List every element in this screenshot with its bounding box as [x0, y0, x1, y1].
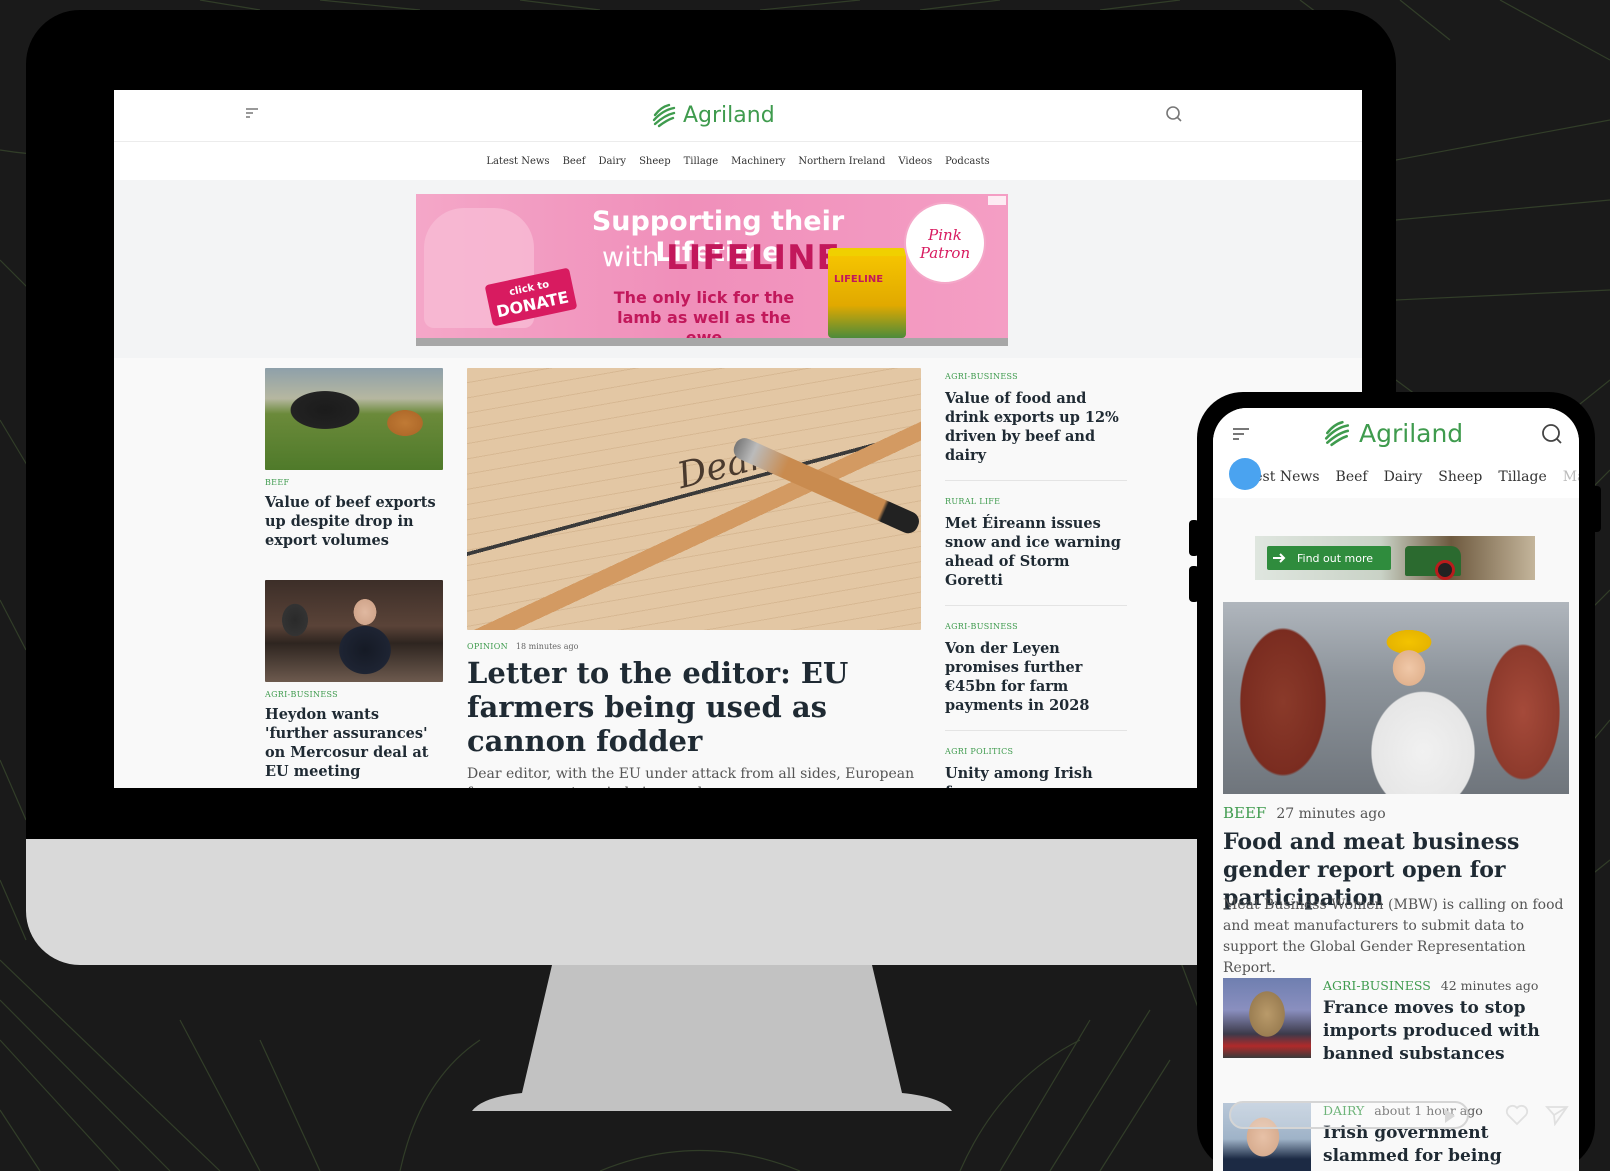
site-header: Agriland [114, 90, 1362, 142]
heart-icon[interactable] [1505, 1104, 1529, 1126]
lifeline-tub-image: LIFELINE [828, 248, 906, 338]
lead-time: 18 minutes ago [515, 642, 579, 651]
desktop-monitor: Agriland Latest News Beef Dairy Sheep Ti… [26, 10, 1396, 965]
nav-item-sheep[interactable]: Sheep [1438, 469, 1482, 485]
phone-side-button [1189, 566, 1199, 602]
search-icon[interactable] [1541, 423, 1563, 445]
ad-brand: LIFELINE [666, 238, 841, 278]
nav-item-podcasts[interactable]: Podcasts [945, 156, 990, 167]
nav-item-beef[interactable]: Beef [563, 156, 586, 167]
progress-pill[interactable] [1229, 1101, 1469, 1129]
nav-item-sheep[interactable]: Sheep [639, 156, 671, 167]
list-item[interactable]: Agri-Business 42 minutes ago France move… [1223, 978, 1569, 1078]
article-category: Agri Politics [945, 747, 1014, 756]
article-title[interactable]: Von der Leyen promises further €45bn for… [945, 639, 1127, 715]
logo-text: Agriland [1359, 418, 1464, 448]
meeting-image [265, 580, 443, 682]
arc-de-triomphe-thumbnail [1223, 978, 1311, 1058]
search-icon[interactable] [1165, 105, 1183, 123]
article-category: Rural Life [945, 497, 1001, 506]
main-nav: Latest News Beef Dairy Sheep Tillage Mac… [114, 142, 1362, 180]
item-title[interactable]: France moves to stop imports produced wi… [1323, 997, 1569, 1066]
nav-item-machinery[interactable]: Ma [1563, 469, 1579, 485]
hero-excerpt: Meat Business Women (MBW) is calling on … [1223, 897, 1564, 976]
menu-icon[interactable] [246, 108, 258, 118]
hero-meta: Beef 27 minutes ago [1223, 804, 1386, 822]
nav-item-videos[interactable]: Videos [898, 156, 932, 167]
lead-title[interactable]: Letter to the editor: EU farmers being u… [467, 656, 921, 758]
leaf-logo-icon [652, 103, 676, 128]
mobile-phone: Agriland Latest News Beef Dairy Sheep Ti… [1189, 392, 1601, 1171]
ad-choices-icon[interactable] [988, 196, 1006, 205]
nav-item-tillage[interactable]: Tillage [684, 156, 719, 167]
lead-excerpt: Dear editor, with the EU under attack fr… [467, 766, 915, 788]
nav-item-dairy[interactable]: Dairy [598, 156, 626, 167]
lead-meta: Opinion 18 minutes ago [467, 642, 921, 651]
article-category: Agri-Business [945, 372, 1018, 381]
lifeline-ad-banner[interactable]: Supporting their Lifetime with LIFELINE … [416, 194, 1008, 346]
tractor-wheel [1435, 560, 1455, 580]
article-category: Beef [265, 478, 290, 487]
pink-patron-badge: Pink Patron [904, 202, 986, 284]
nav-item-tillage[interactable]: Tillage [1498, 469, 1546, 485]
list-item[interactable]: Agri-Business Von der Leyen promises fur… [945, 622, 1127, 731]
ad-with: with [602, 242, 660, 273]
article-title[interactable]: Met Éireann issues snow and ice warning … [945, 514, 1127, 590]
article-title[interactable]: Heydon wants 'further assurances' on Mer… [265, 705, 443, 781]
article-title[interactable]: Value of food and drink exports up 12% d… [945, 389, 1127, 465]
send-icon[interactable] [1545, 1104, 1569, 1126]
monitor-chin [26, 839, 1396, 965]
nav-item-dairy[interactable]: Dairy [1384, 469, 1423, 485]
list-item[interactable]: Agri-Business Value of food and drink ex… [945, 372, 1127, 481]
article-card[interactable]: Agri-Business Heydon wants 'further assu… [265, 580, 443, 781]
article-card[interactable]: Beef Value of beef exports up despite dr… [265, 368, 443, 550]
list-item[interactable]: Rural Life Met Éireann issues snow and i… [945, 497, 1127, 606]
tub-label: LIFELINE [834, 274, 884, 285]
mobile-nav: Latest News Beef Dairy Sheep Tillage Ma [1213, 456, 1579, 498]
nav-item-northern-ireland[interactable]: Northern Ireland [798, 156, 885, 167]
tractor-ad-banner[interactable]: Find out more [1255, 536, 1535, 580]
video-overlay-toolbar [1229, 1098, 1569, 1132]
phone-side-button [1189, 520, 1199, 556]
nav-item-machinery[interactable]: Machinery [731, 156, 785, 167]
play-icon[interactable] [1445, 1109, 1455, 1123]
ad-tagline: The only lick for the lamb as well as th… [613, 288, 795, 346]
touch-indicator [1229, 458, 1261, 490]
article-category: Agri-Business [945, 622, 1018, 631]
meat-worker-image[interactable] [1223, 602, 1569, 794]
item-category: Agri-Business [1323, 978, 1431, 993]
site-logo[interactable]: Agriland [1323, 418, 1463, 448]
mobile-screen: Agriland Latest News Beef Dairy Sheep Ti… [1213, 408, 1579, 1171]
lead-article[interactable]: Dear Opinion 18 minutes ago Letter to th… [467, 368, 923, 788]
find-out-more-label: Find out more [1297, 551, 1374, 565]
hero-time: 27 minutes ago [1276, 806, 1386, 822]
article-title[interactable]: Value of beef exports up despite drop in… [265, 493, 443, 550]
article-title[interactable]: Unity among Irish farm orgs strengthened… [945, 764, 1127, 788]
find-out-more-button[interactable]: Find out more [1267, 546, 1391, 570]
mobile-header: Agriland [1213, 408, 1579, 456]
monitor-stand [472, 965, 952, 1111]
lead-category: Opinion [467, 642, 508, 651]
arrow-right-icon [1273, 553, 1286, 563]
menu-icon[interactable] [1233, 428, 1249, 440]
cattle-image [265, 368, 443, 470]
pen-graphic [730, 434, 923, 537]
phone-power-button [1591, 486, 1601, 532]
item-time: 42 minutes ago [1440, 978, 1539, 993]
article-grid: Beef Value of beef exports up despite dr… [114, 358, 1362, 788]
nav-item-beef[interactable]: Beef [1336, 469, 1368, 485]
article-category: Agri-Business [265, 690, 338, 699]
desktop-screen: Agriland Latest News Beef Dairy Sheep Ti… [114, 90, 1362, 788]
nav-item-latest-news[interactable]: Latest News [486, 156, 549, 167]
hero-category: Beef [1223, 804, 1267, 822]
list-item[interactable]: Agri Politics Unity among Irish farm org… [945, 747, 1127, 788]
right-article-list: Agri-Business Value of food and drink ex… [945, 372, 1127, 788]
logo-text: Agriland [683, 102, 775, 128]
site-logo[interactable]: Agriland [651, 100, 775, 130]
leaf-logo-icon [1324, 420, 1350, 447]
letter-envelope-image: Dear [467, 368, 923, 630]
